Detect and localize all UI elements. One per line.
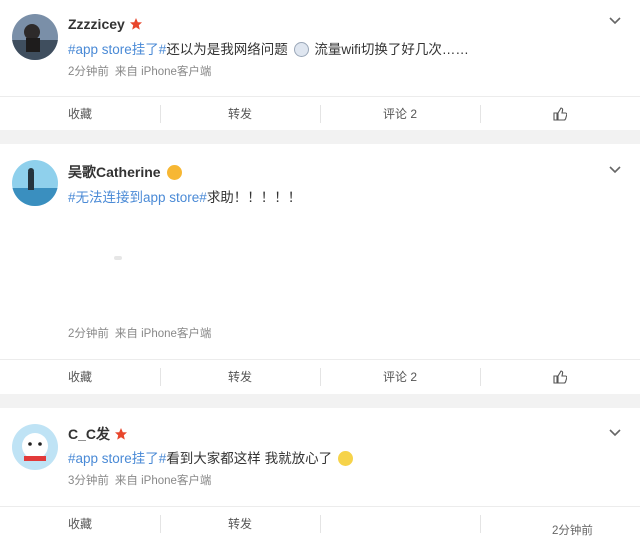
chevron-down-icon[interactable] [608,16,622,26]
action-bar: 收藏 转发 评论 2 [0,96,640,130]
post-source: 来自 iPhone客户端 [114,475,212,487]
username-text[interactable]: Zzzzicey [68,16,125,32]
avatar[interactable] [12,14,58,60]
post-meta: 2分钟前 来自 iPhone客户端 [68,63,211,79]
post-text: 求助！！！！！ [206,190,302,205]
favorite-label: 收藏 [67,107,92,121]
post-text: 看到大家都这样 我就放心了 [166,451,333,466]
chevron-down-icon[interactable] [608,165,622,175]
post-text-continued: 流量wifi切换了好几次…… [314,42,469,57]
post-content: #app store挂了#还以为是我网络问题 流量wifi切换了好几次…… [68,38,469,58]
post-source: 来自 iPhone客户端 [114,328,212,340]
post-time: 2分钟前 [68,66,109,78]
thumbs-up-icon [553,106,567,121]
vip-star-icon [115,428,128,440]
avatar[interactable] [12,160,58,206]
overlay-time: 2分钟前 [550,522,595,538]
comment-button[interactable] [320,507,480,540]
emoji-icon [166,164,182,180]
avatar[interactable] [12,424,58,470]
comment-button[interactable]: 评论 2 [320,97,480,130]
thumbs-up-icon [553,369,567,384]
post-meta: 3分钟前 来自 iPhone客户端 [68,472,211,488]
repost-button[interactable]: 转发 [160,97,320,130]
topic-link[interactable]: #app store挂了# [68,451,166,466]
image-placeholder [114,256,122,260]
emoji-icon [337,451,353,466]
favorite-button[interactable]: 收藏 [0,360,160,393]
vip-star-icon [129,18,142,30]
username-text[interactable]: 吴歌Catherine [68,162,161,182]
favorite-label: 收藏 [67,517,92,531]
action-bar: 收藏 转发 评论 2 [0,359,640,393]
repost-label: 转发 [227,517,252,531]
post-card: 吴歌Catherine #无法连接到app store#求助！！！！！ 2分钟前… [0,144,640,394]
repost-button[interactable]: 转发 [160,507,320,540]
post-card: C_C发 #app store挂了#看到大家都这样 我就放心了 3分钟前 来自 i… [0,408,640,544]
post-source: 来自 iPhone客户端 [114,66,212,78]
favorite-button[interactable]: 收藏 [0,97,160,130]
post-content: #无法连接到app store#求助！！！！！ [68,186,301,206]
post-time: 2分钟前 [68,328,109,340]
comment-button[interactable]: 评论 2 [320,360,480,393]
emoji-icon [293,42,309,57]
action-bar: 收藏 转发 [0,506,640,540]
post-time: 3分钟前 [68,475,109,487]
username[interactable]: Zzzzicey [68,16,143,32]
username[interactable]: 吴歌Catherine [68,162,184,182]
repost-label: 转发 [227,370,252,384]
like-button[interactable] [480,360,640,393]
like-button[interactable] [480,97,640,130]
post-text: 还以为是我网络问题 [166,42,288,57]
comment-label: 评论 2 [382,107,417,121]
topic-link[interactable]: #无法连接到app store# [68,190,207,205]
post-card: Zzzzicey #app store挂了#还以为是我网络问题 流量wifi切换… [0,0,640,130]
username[interactable]: C_C发 [68,424,128,444]
username-text[interactable]: C_C发 [68,424,110,444]
post-content: #app store挂了#看到大家都这样 我就放心了 [68,447,355,467]
repost-label: 转发 [227,107,252,121]
topic-link[interactable]: #app store挂了# [68,42,166,57]
post-meta: 2分钟前 来自 iPhone客户端 [68,325,211,341]
comment-label: 评论 2 [382,370,417,384]
repost-button[interactable]: 转发 [160,360,320,393]
chevron-down-icon[interactable] [608,428,622,438]
favorite-button[interactable]: 收藏 [0,507,160,540]
favorite-label: 收藏 [67,370,92,384]
